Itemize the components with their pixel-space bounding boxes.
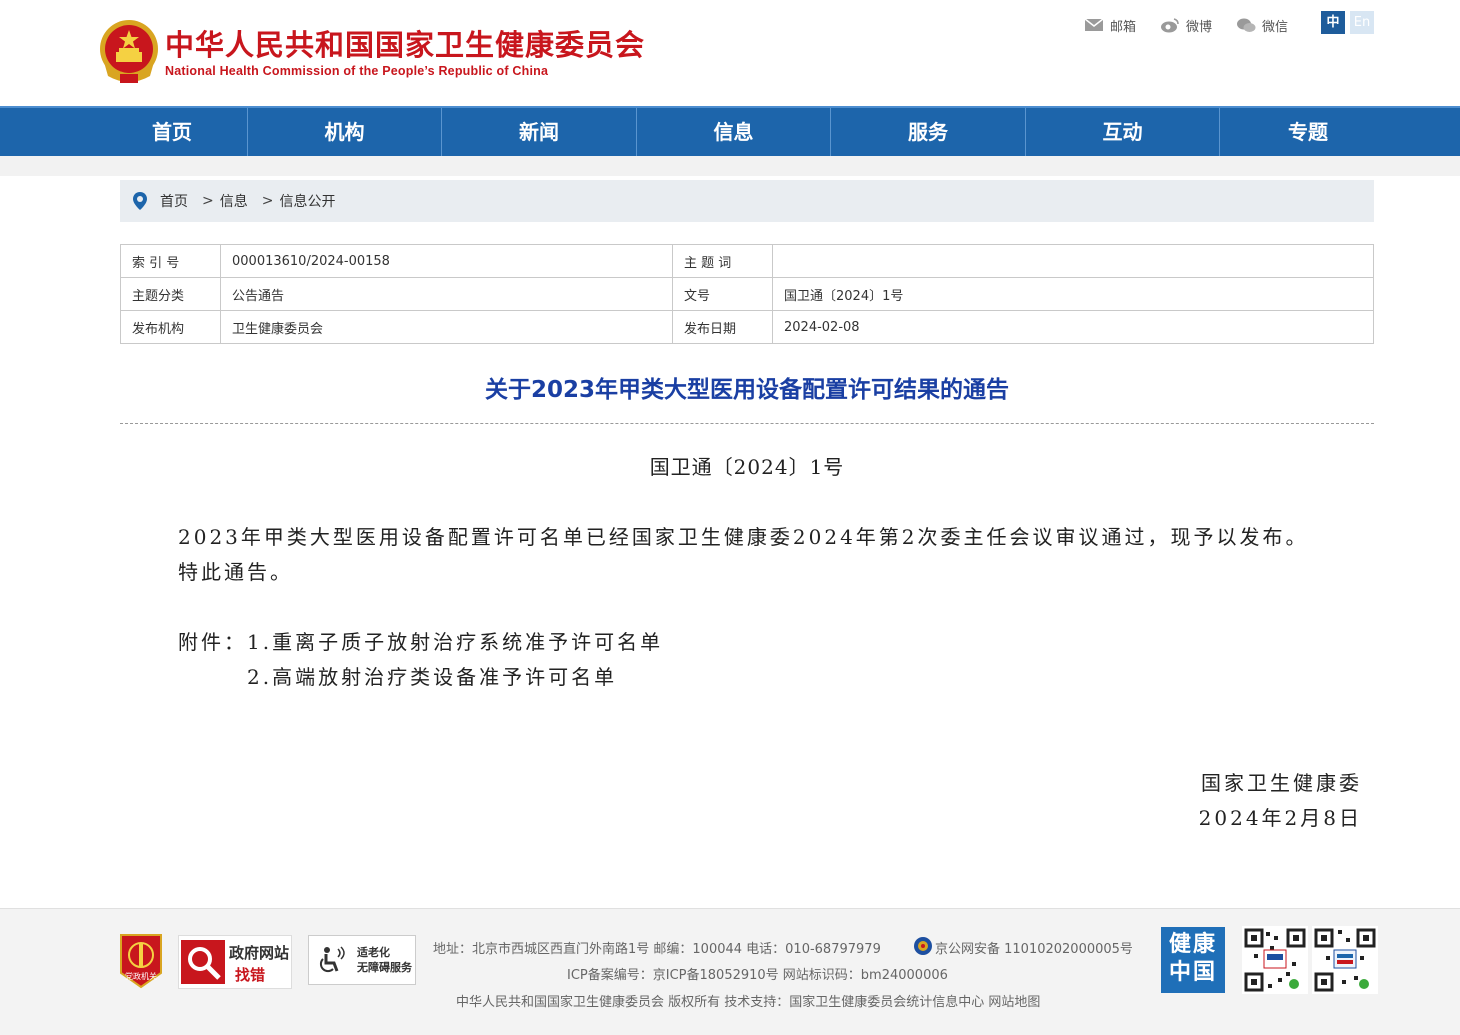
attachment-1-link[interactable]: 附件：1.重离子质子放射治疗系统准予许可名单 <box>178 626 663 655</box>
keyword-value <box>772 244 1374 278</box>
category-value: 公告通告 <box>220 277 673 311</box>
document-meta-table: 索 引 号 000013610/2024-00158 主 题 词 主题分类 公告… <box>120 244 1374 344</box>
nav-item-services[interactable]: 服务 <box>831 108 1026 156</box>
footer-police-record[interactable]: 京公网安备 11010202000005号 <box>935 938 1133 957</box>
footer-address-line: 地址：北京市西城区西直门外南路1号 邮编：100044 电话：010-68797… <box>433 942 881 957</box>
gov-badge-line2: 找错 <box>235 966 266 984</box>
party-government-badge[interactable]: 党政机关 <box>117 931 165 989</box>
attachment-2-link[interactable]: 2.高端放射治疗类设备准予许可名单 <box>247 661 617 690</box>
top-link-mail[interactable]: 邮箱 <box>1084 16 1136 35</box>
article-title: 关于2023年甲类大型医用设备配置许可结果的通告 <box>484 377 1009 403</box>
nav-item-info[interactable]: 信息 <box>637 108 831 156</box>
keyword-label: 主 题 词 <box>672 244 773 278</box>
qr-code-icon <box>1312 926 1378 994</box>
top-link-mail-label: 邮箱 <box>1110 19 1137 35</box>
national-emblem-icon[interactable] <box>98 18 160 86</box>
police-badge-icon <box>914 937 932 955</box>
weibo-icon <box>1161 18 1179 33</box>
article-paragraph-1: 2023年甲类大型医用设备配置许可名单已经国家卫生健康委2024年第2次委主任会… <box>178 525 1309 549</box>
lang-en-button[interactable]: En <box>1350 11 1374 34</box>
site-footer: 党政机关 政府网站 找错 适老化 无障碍服务 地址：北京市西城区西直门外南路1号… <box>0 908 1460 1035</box>
age-badge-line2: 无障碍服务 <box>357 961 412 974</box>
top-link-wechat-label: 微信 <box>1262 19 1289 35</box>
top-link-weibo[interactable]: 微博 <box>1160 16 1212 35</box>
breadcrumb-separator: > <box>202 193 214 209</box>
magnifier-icon <box>181 940 225 984</box>
category-label: 主题分类 <box>120 277 221 311</box>
nav-item-interaction[interactable]: 互动 <box>1026 108 1220 156</box>
gov-website-error-report-badge[interactable]: 政府网站 找错 <box>178 935 292 989</box>
location-pin-icon <box>132 191 148 211</box>
breadcrumb-info[interactable]: 信息 <box>220 191 248 211</box>
nav-item-topics[interactable]: 专题 <box>1220 108 1396 156</box>
nav-item-institutions[interactable]: 机构 <box>248 108 442 156</box>
breadcrumb-separator: > <box>261 193 274 209</box>
publisher-label: 发布机构 <box>120 310 221 344</box>
table-row: 索 引 号 000013610/2024-00158 主 题 词 <box>120 244 1374 278</box>
healthy-china-label: 健康中国 <box>1168 932 1217 985</box>
title-divider <box>120 423 1374 424</box>
signature-org: 国家卫生健康委 <box>1201 771 1362 795</box>
site-title-cn[interactable]: 中华人民共和国国家卫生健康委员会 <box>165 22 645 64</box>
index-no-value: 000013610/2024-00158 <box>220 244 673 278</box>
signature-date: 2024年2月8日 <box>1198 806 1362 830</box>
breadcrumb-info-public[interactable]: 信息公开 <box>279 191 335 211</box>
site-header: 中华人民共和国国家卫生健康委员会 National Health Commiss… <box>0 0 1460 106</box>
party-badge-label: 党政机关 <box>125 972 157 981</box>
nav-band <box>0 156 1460 176</box>
date-value: 2024-02-08 <box>772 310 1374 344</box>
main-nav: 首页 机构 新闻 信息 服务 互动 专题 <box>0 106 1460 156</box>
top-link-weibo-label: 微博 <box>1186 19 1213 35</box>
date-label: 发布日期 <box>672 310 773 344</box>
qr-code-icon <box>1242 926 1308 994</box>
wechat-icon <box>1237 18 1256 32</box>
doc-no-label: 文号 <box>672 277 773 311</box>
nav-item-home[interactable]: 首页 <box>97 108 248 156</box>
footer-copyright-line[interactable]: 中华人民共和国国家卫生健康委员会 版权所有 技术支持：国家卫生健康委员会统计信息… <box>456 991 1040 1010</box>
breadcrumb-home[interactable]: 首页 <box>160 191 188 211</box>
site-title-en[interactable]: National Health Commission of the People… <box>165 64 548 78</box>
nav-item-news[interactable]: 新闻 <box>442 108 637 156</box>
mail-icon <box>1084 18 1104 31</box>
table-row: 主题分类 公告通告 文号 国卫通〔2024〕1号 <box>120 277 1374 311</box>
doc-no-value: 国卫通〔2024〕1号 <box>772 277 1374 311</box>
gov-badge-line1: 政府网站 <box>229 944 290 962</box>
lang-zh-button[interactable]: 中 <box>1321 11 1345 34</box>
index-no-label: 索 引 号 <box>120 244 221 278</box>
table-row: 发布机构 卫生健康委员会 发布日期 2024-02-08 <box>120 310 1374 344</box>
healthy-china-badge[interactable]: 健康中国 <box>1161 927 1225 993</box>
breadcrumb: 首页 > 信息 > 信息公开 <box>120 180 1374 222</box>
article-doc-number: 国卫通〔2024〕1号 <box>649 455 845 479</box>
footer-icp-line[interactable]: ICP备案编号：京ICP备18052910号 网站标识码：bm24000006 <box>567 964 948 983</box>
top-link-wechat[interactable]: 微信 <box>1236 16 1288 35</box>
age-badge-line1: 适老化 <box>357 946 390 959</box>
publisher-value: 卫生健康委员会 <box>220 310 673 344</box>
article-paragraph-2: 特此通告。 <box>178 560 293 584</box>
top-links: 邮箱 微博 微信 <box>1084 14 1312 36</box>
elderly-accessibility-badge[interactable]: 适老化 无障碍服务 <box>308 935 416 985</box>
accessibility-icon <box>319 946 345 973</box>
